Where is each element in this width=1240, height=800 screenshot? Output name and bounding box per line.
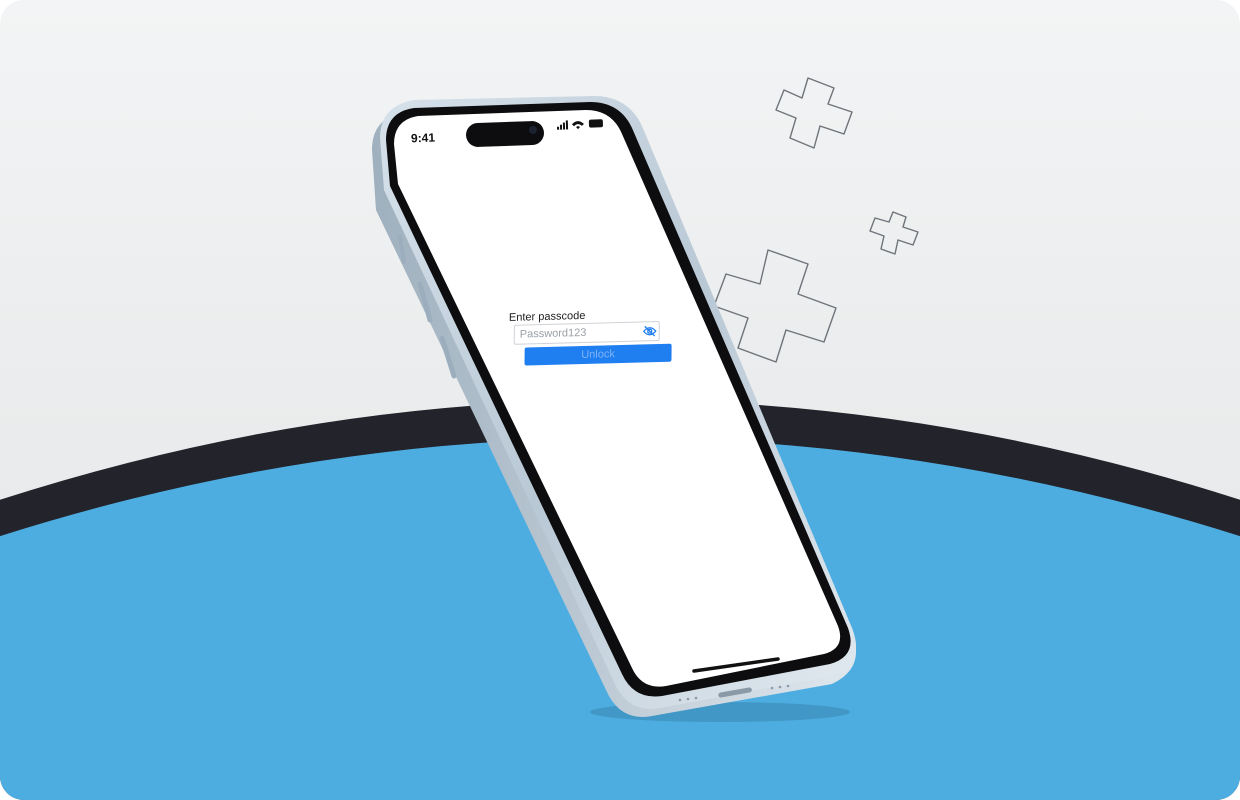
signal-bar	[565, 120, 569, 130]
eye-slash-icon[interactable]	[642, 323, 658, 339]
status-time: 9:41	[410, 130, 436, 146]
eye-slash-icon	[642, 325, 657, 337]
dynamic-island	[466, 121, 544, 147]
phone-mockup	[372, 96, 857, 722]
lock-screen-form: Enter passcode Unlock	[505, 307, 680, 366]
signal-bar	[562, 122, 566, 130]
hero-banner: 9:41 Enter passcode Unlock	[0, 0, 1240, 800]
signal-bar	[559, 124, 563, 130]
password-input[interactable]	[513, 320, 660, 345]
phone-screen	[394, 110, 841, 687]
battery-icon	[588, 119, 603, 128]
signal-icon	[557, 126, 560, 130]
unlock-button[interactable]: Unlock	[524, 343, 672, 366]
front-camera-icon	[529, 126, 537, 134]
password-field-wrapper	[513, 320, 660, 345]
